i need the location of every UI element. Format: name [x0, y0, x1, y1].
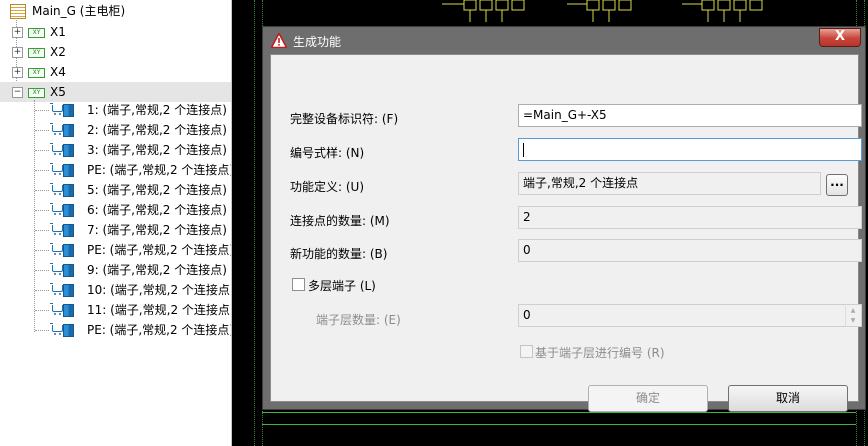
function-definition-field: 端子,常规,2 个连接点	[518, 172, 821, 195]
tree-group-x4[interactable]: + XY X4	[0, 62, 231, 82]
tree-connector	[35, 230, 49, 231]
terminal-strip-icon: XY	[28, 28, 45, 38]
terminal-label: 9: (端子,常规,2 个连接点)	[87, 263, 227, 277]
terminal-function-icon	[50, 183, 74, 197]
terminal-strip-icon: XY	[28, 48, 45, 58]
tree-root-node[interactable]: Main_G (主电柜)	[0, 1, 231, 21]
terminal-label: 3: (端子,常规,2 个连接点)	[87, 143, 227, 157]
terminal-list-item[interactable]: 7: (端子,常规,2 个连接点)	[0, 220, 231, 240]
dialog-body: 完整设备标识符: (F) =Main_G+-X5 编号式样: (N) 功能定义:…	[270, 54, 862, 412]
tree-connector	[35, 150, 49, 151]
terminal-list-item[interactable]: 11: (端子,常规,2 个连接点)	[0, 300, 231, 320]
levels-value: 0	[523, 308, 531, 322]
new-functions-label: 新功能的数量: (B)	[290, 247, 388, 261]
warning-icon	[271, 33, 287, 48]
terminal-list-item[interactable]: PE: (端子,常规,2 个连接点)	[0, 240, 231, 260]
terminal-list-item[interactable]: 1: (端子,常规,2 个连接点)	[0, 100, 231, 120]
tree-connector	[35, 290, 49, 291]
cancel-button[interactable]: 取消	[728, 385, 848, 412]
level-numbering-label: 基于端子层进行编号 (R)	[535, 346, 665, 360]
terminal-function-icon	[50, 103, 74, 117]
tree-connector	[35, 210, 49, 211]
function-definition-label: 功能定义: (U)	[290, 180, 365, 194]
terminal-list-item[interactable]: 5: (端子,常规,2 个连接点)	[0, 180, 231, 200]
terminal-label: 6: (端子,常规,2 个连接点)	[87, 203, 227, 217]
numbering-input[interactable]	[518, 138, 862, 161]
tree-connector	[35, 330, 49, 331]
expand-icon[interactable]: +	[12, 47, 23, 58]
tree-group-label: X4	[50, 65, 66, 79]
multilevel-label: 多层端子 (L)	[308, 279, 376, 293]
tree-group-label: X5	[50, 85, 66, 99]
terminal-list-item[interactable]: 10: (端子,常规,2 个连接点)	[0, 280, 231, 300]
tree-group-label: X1	[50, 25, 66, 39]
tree-connector	[35, 190, 49, 191]
tree-group-x1[interactable]: + XY X1	[0, 22, 231, 42]
tree-group-x2[interactable]: + XY X2	[0, 42, 231, 62]
tree-connector	[35, 310, 49, 311]
tree-connector	[35, 130, 49, 131]
dialog-title: 生成功能	[293, 35, 342, 49]
tree-root-label: Main_G (主电柜)	[32, 4, 126, 18]
terminal-function-icon	[50, 243, 74, 257]
border-line	[262, 412, 856, 413]
terminal-label: 10: (端子,常规,2 个连接点)	[87, 283, 232, 297]
ok-button: 确定	[588, 385, 708, 412]
tree-connector	[35, 110, 49, 111]
terminal-label: 11: (端子,常规,2 个连接点)	[87, 303, 232, 317]
terminal-function-icon	[50, 303, 74, 317]
tree-group-x5[interactable]: − XY X5	[0, 82, 231, 102]
terminal-function-icon	[50, 123, 74, 137]
new-functions-field[interactable]: 0	[518, 239, 862, 262]
terminal-label: PE: (端子,常规,2 个连接点)	[87, 323, 232, 337]
tree-connector	[35, 250, 49, 251]
terminal-list-item[interactable]: 2: (端子,常规,2 个连接点)	[0, 120, 231, 140]
terminal-label: 1: (端子,常规,2 个连接点)	[87, 103, 227, 117]
connections-label: 连接点的数量: (M)	[290, 214, 390, 228]
terminal-list-item[interactable]: PE: (端子,常规,2 个连接点)	[0, 160, 231, 180]
terminal-function-icon	[50, 143, 74, 157]
terminal-list-item[interactable]: PE: (端子,常规,2 个连接点)	[0, 320, 231, 340]
device-id-input[interactable]: =Main_G+-X5	[518, 104, 862, 127]
levels-label: 端子层数量: (E)	[316, 313, 401, 327]
cabinet-icon	[10, 4, 26, 19]
device-id-label: 完整设备标识符: (F)	[290, 112, 399, 126]
terminal-function-icon	[50, 223, 74, 237]
terminal-list-item[interactable]: 3: (端子,常规,2 个连接点)	[0, 140, 231, 160]
tree-connector	[35, 170, 49, 171]
collapse-icon[interactable]: −	[12, 87, 23, 98]
border-line	[262, 424, 856, 425]
terminal-label: PE: (端子,常规,2 个连接点)	[87, 163, 232, 177]
terminal-strip-icon: XY	[28, 88, 45, 98]
generate-function-dialog: 生成功能 X 完整设备标识符: (F) =Main_G+-X5 编号式样: (N…	[262, 26, 866, 412]
project-tree-panel: Main_G (主电柜) + XY X1 + XY X2 + XY X4 − X…	[0, 0, 232, 446]
browse-button[interactable]: ...	[826, 174, 848, 196]
terminal-function-icon	[50, 203, 74, 217]
close-button[interactable]: X	[819, 28, 861, 47]
terminal-label: PE: (端子,常规,2 个连接点)	[87, 243, 232, 257]
terminal-label: 5: (端子,常规,2 个连接点)	[87, 183, 227, 197]
text-caret	[523, 142, 524, 157]
level-numbering-checkbox	[520, 345, 533, 358]
terminal-list-item[interactable]: 6: (端子,常规,2 个连接点)	[0, 200, 231, 220]
tree-group-label: X2	[50, 45, 66, 59]
expand-icon[interactable]: +	[12, 67, 23, 78]
terminal-function-icon	[50, 163, 74, 177]
spin-down-icon: ▼	[845, 316, 860, 326]
tree-connector	[35, 270, 49, 271]
terminal-label: 2: (端子,常规,2 个连接点)	[87, 123, 227, 137]
terminal-function-icon	[50, 323, 74, 337]
spin-up-icon: ▲	[845, 306, 860, 316]
expand-icon[interactable]: +	[12, 27, 23, 38]
multilevel-checkbox[interactable]	[292, 278, 305, 291]
dialog-titlebar[interactable]: 生成功能 X	[263, 27, 865, 54]
terminal-strip-icon: XY	[28, 68, 45, 78]
terminal-function-icon	[50, 283, 74, 297]
terminal-list-item[interactable]: 9: (端子,常规,2 个连接点)	[0, 260, 231, 280]
levels-field: 0 ▲ ▼	[518, 304, 862, 327]
connections-field[interactable]: 2	[518, 206, 862, 229]
terminal-function-icon	[50, 263, 74, 277]
numbering-label: 编号式样: (N)	[290, 146, 365, 160]
terminal-label: 7: (端子,常规,2 个连接点)	[87, 223, 227, 237]
